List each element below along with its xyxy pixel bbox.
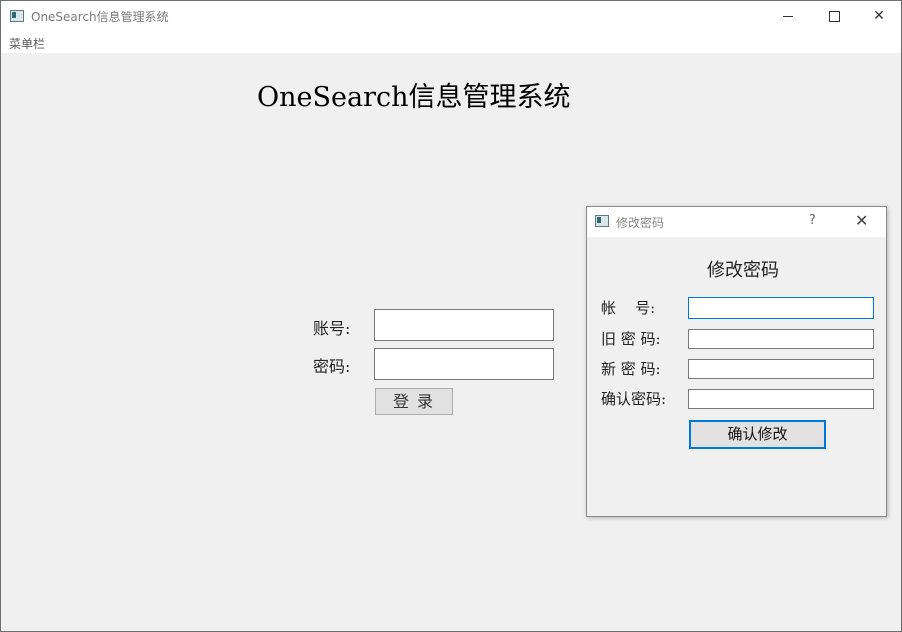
change-password-dialog: 修改密码 ? ✕ 修改密码 帐 号: 旧 密 码: 新 密 码: 确认密码: 确…: [586, 206, 887, 517]
menu-bar: 菜单栏: [1, 31, 901, 53]
app-icon: [10, 10, 24, 22]
confirm-password-label: 确认密码:: [601, 390, 667, 408]
maximize-button[interactable]: [811, 1, 857, 31]
password-label: 密码:: [313, 357, 351, 376]
old-password-input[interactable]: [688, 329, 874, 349]
minimize-button[interactable]: [765, 1, 811, 31]
menu-item[interactable]: 菜单栏: [9, 35, 45, 52]
close-icon: ✕: [873, 8, 885, 24]
page-title: OneSearch信息管理系统: [257, 82, 571, 113]
old-password-label: 旧 密 码:: [601, 330, 661, 348]
account-input[interactable]: [374, 309, 554, 341]
account-label: 账号:: [313, 319, 351, 338]
dialog-title: 修改密码: [616, 216, 665, 230]
close-button[interactable]: ✕: [856, 1, 902, 31]
title-bar: OneSearch信息管理系统 ✕: [1, 1, 901, 31]
dialog-app-icon: [595, 215, 609, 227]
window-title: OneSearch信息管理系统: [31, 10, 169, 24]
new-password-label: 新 密 码:: [601, 360, 661, 378]
dialog-heading: 修改密码: [707, 260, 779, 281]
dialog-close-icon[interactable]: ✕: [855, 211, 868, 230]
help-icon[interactable]: ?: [809, 213, 816, 228]
password-input[interactable]: [374, 348, 554, 380]
confirm-change-button[interactable]: 确认修改: [689, 420, 826, 449]
new-password-input[interactable]: [688, 359, 874, 379]
dialog-account-input[interactable]: [688, 297, 874, 319]
dialog-account-label: 帐 号:: [601, 299, 656, 317]
maximize-icon: [828, 10, 840, 22]
dialog-title-bar: 修改密码 ? ✕: [587, 207, 886, 237]
minimize-icon: [783, 15, 793, 17]
confirm-password-input[interactable]: [688, 389, 874, 409]
login-button[interactable]: 登录: [375, 388, 453, 415]
